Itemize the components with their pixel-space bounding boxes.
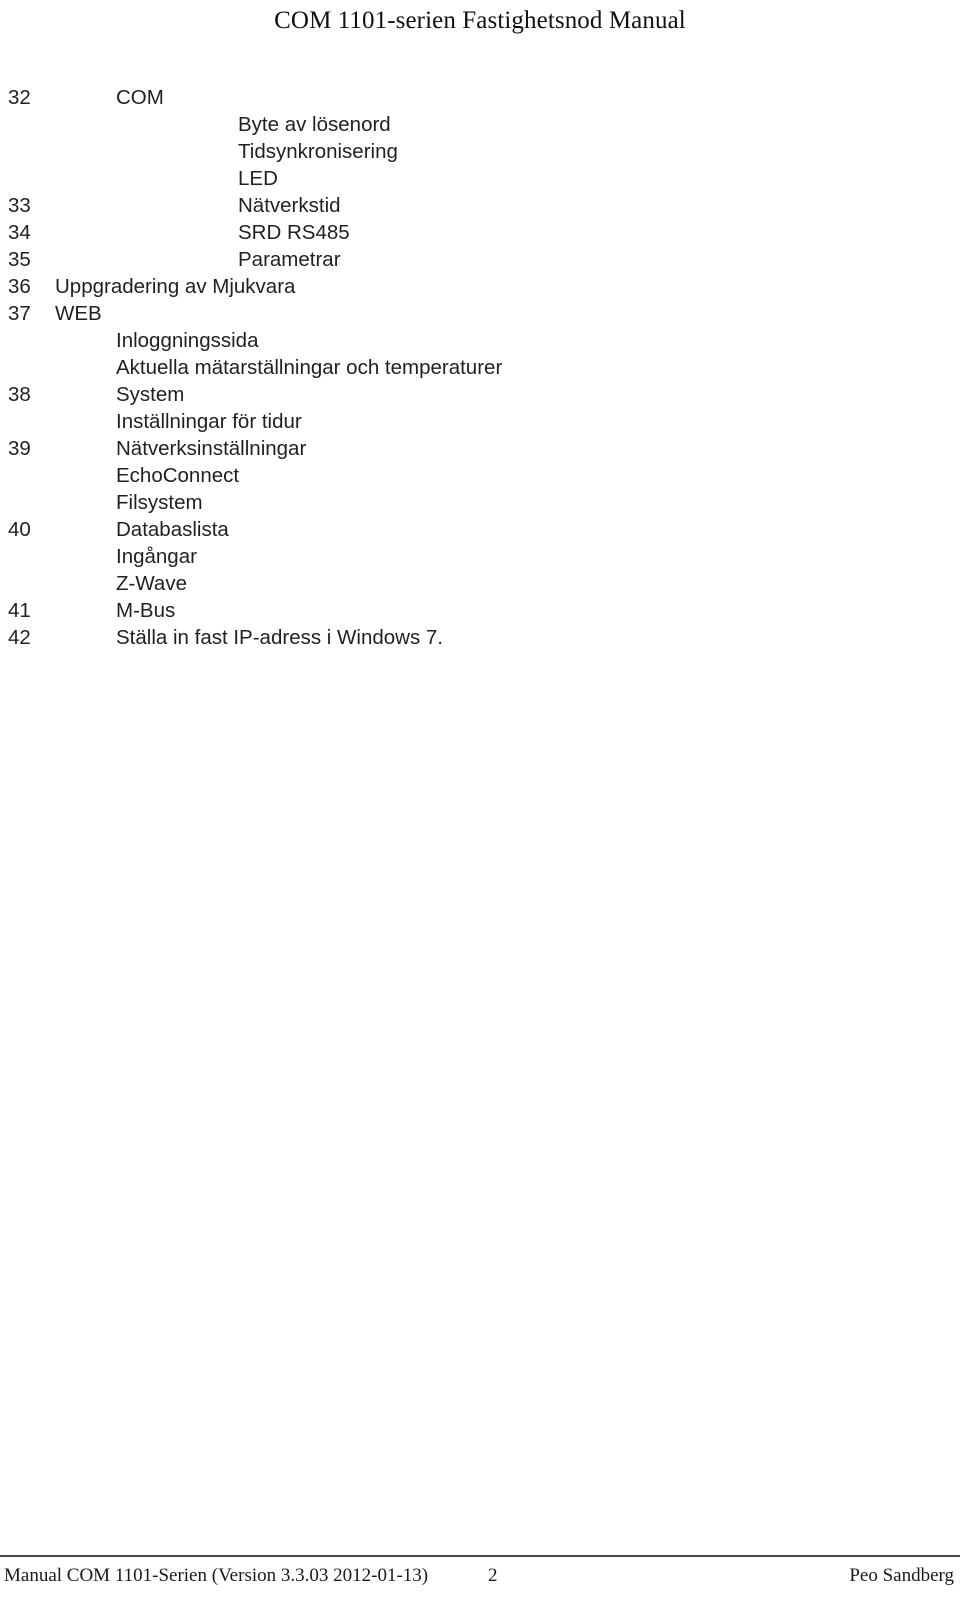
table-of-contents: 32 COM Byte av lösenord Tidsynkronisering LE… [0,84,960,651]
toc-entry-label: Tidsynkronisering [238,140,398,163]
toc-entry-label: Nätverksinställningar [116,437,307,460]
toc-entry[interactable]: 40 Databaslista [0,516,960,543]
footer-content: Manual COM 1101-Serien (Version 3.3.03 2… [0,1557,960,1613]
toc-entry-page-number: 33 [8,194,31,217]
toc-entry[interactable]: Aktuella mätarställningar och temperatur… [0,354,960,381]
toc-entry[interactable]: Ingångar [0,543,960,570]
toc-entry-label: System [116,383,185,406]
toc-entry-label: Inloggningssida [116,329,259,352]
toc-entry[interactable]: EchoConnect [0,462,960,489]
toc-entry-label: Ingångar [116,545,197,568]
toc-entry[interactable]: LED [0,165,960,192]
toc-entry-label: EchoConnect [116,464,240,487]
toc-entry-label: Nätverkstid [238,194,341,217]
toc-entry-label: Uppgradering av Mjukvara [55,275,296,298]
document-title: COM 1101-serien Fastighetsnod Manual [274,7,686,34]
toc-entry[interactable]: 42 Ställa in fast IP-adress i Windows 7. [0,624,960,651]
toc-entry[interactable]: Tidsynkronisering [0,138,960,165]
toc-entry-page-number: 40 [8,518,31,541]
footer-author: Peo Sandberg [849,1565,954,1586]
footer-page-number: 2 [488,1565,498,1586]
toc-entry-page-number: 41 [8,599,31,622]
toc-entry[interactable]: Inställningar för tidur [0,408,960,435]
toc-entry[interactable]: 39 Nätverksinställningar [0,435,960,462]
page-header: COM 1101-serien Fastighetsnod Manual [0,0,960,60]
toc-entry-label: LED [238,167,278,190]
toc-entry[interactable]: Filsystem [0,489,960,516]
toc-entry-page-number: 38 [8,383,31,406]
toc-entry[interactable]: Z-Wave [0,570,960,597]
toc-entry-label: COM [116,86,164,109]
toc-entry-label: Parametrar [238,248,341,271]
toc-entry-label: Filsystem [116,491,203,514]
toc-entry[interactable]: 38 System [0,381,960,408]
toc-entry-label: WEB [55,302,102,325]
toc-entry[interactable]: 33 Nätverkstid [0,192,960,219]
toc-entry-page-number: 42 [8,626,31,649]
page-footer: Manual COM 1101-Serien (Version 3.3.03 2… [0,1555,960,1613]
toc-entry[interactable]: 37 WEB [0,300,960,327]
toc-entry-page-number: 36 [8,275,31,298]
toc-entry-page-number: 35 [8,248,31,271]
toc-entry-page-number: 39 [8,437,31,460]
toc-entry-label: SRD RS485 [238,221,350,244]
toc-entry[interactable]: 32 COM [0,84,960,111]
toc-entry-label: Z-Wave [116,572,187,595]
toc-entry-page-number: 37 [8,302,31,325]
toc-entry-label: Aktuella mätarställningar och temperatur… [116,356,503,379]
toc-entry[interactable]: 36 Uppgradering av Mjukvara [0,273,960,300]
toc-entry[interactable]: 41 M-Bus [0,597,960,624]
footer-document-reference: Manual COM 1101-Serien (Version 3.3.03 2… [4,1565,429,1586]
toc-entry[interactable]: 35 Parametrar [0,246,960,273]
toc-entry[interactable]: Byte av lösenord [0,111,960,138]
toc-entry-label: Databaslista [116,518,229,541]
toc-entry-page-number: 32 [8,86,31,109]
toc-entry[interactable]: 34 SRD RS485 [0,219,960,246]
toc-entry[interactable]: Inloggningssida [0,327,960,354]
toc-entry-label: Ställa in fast IP-adress i Windows 7. [116,626,443,649]
toc-entry-label: M-Bus [116,599,176,622]
toc-entry-label: Byte av lösenord [238,113,391,136]
toc-entry-page-number: 34 [8,221,31,244]
toc-entry-label: Inställningar för tidur [116,410,302,433]
